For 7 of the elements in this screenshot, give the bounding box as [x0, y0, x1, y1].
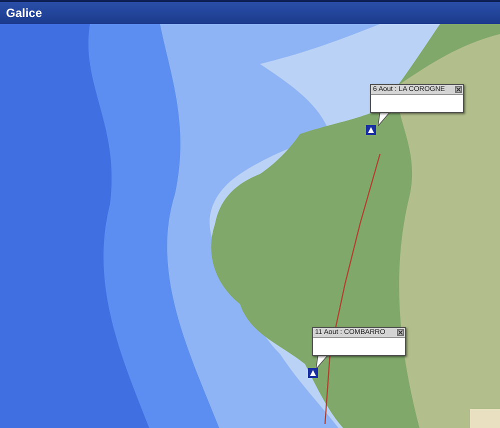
close-button[interactable] — [455, 86, 462, 93]
close-icon — [456, 87, 461, 92]
close-button[interactable] — [397, 329, 404, 336]
window-title: Galice — [6, 6, 42, 20]
map-marker-icon[interactable] — [308, 368, 318, 378]
close-icon — [398, 330, 403, 335]
map-marker-icon[interactable] — [366, 125, 376, 135]
